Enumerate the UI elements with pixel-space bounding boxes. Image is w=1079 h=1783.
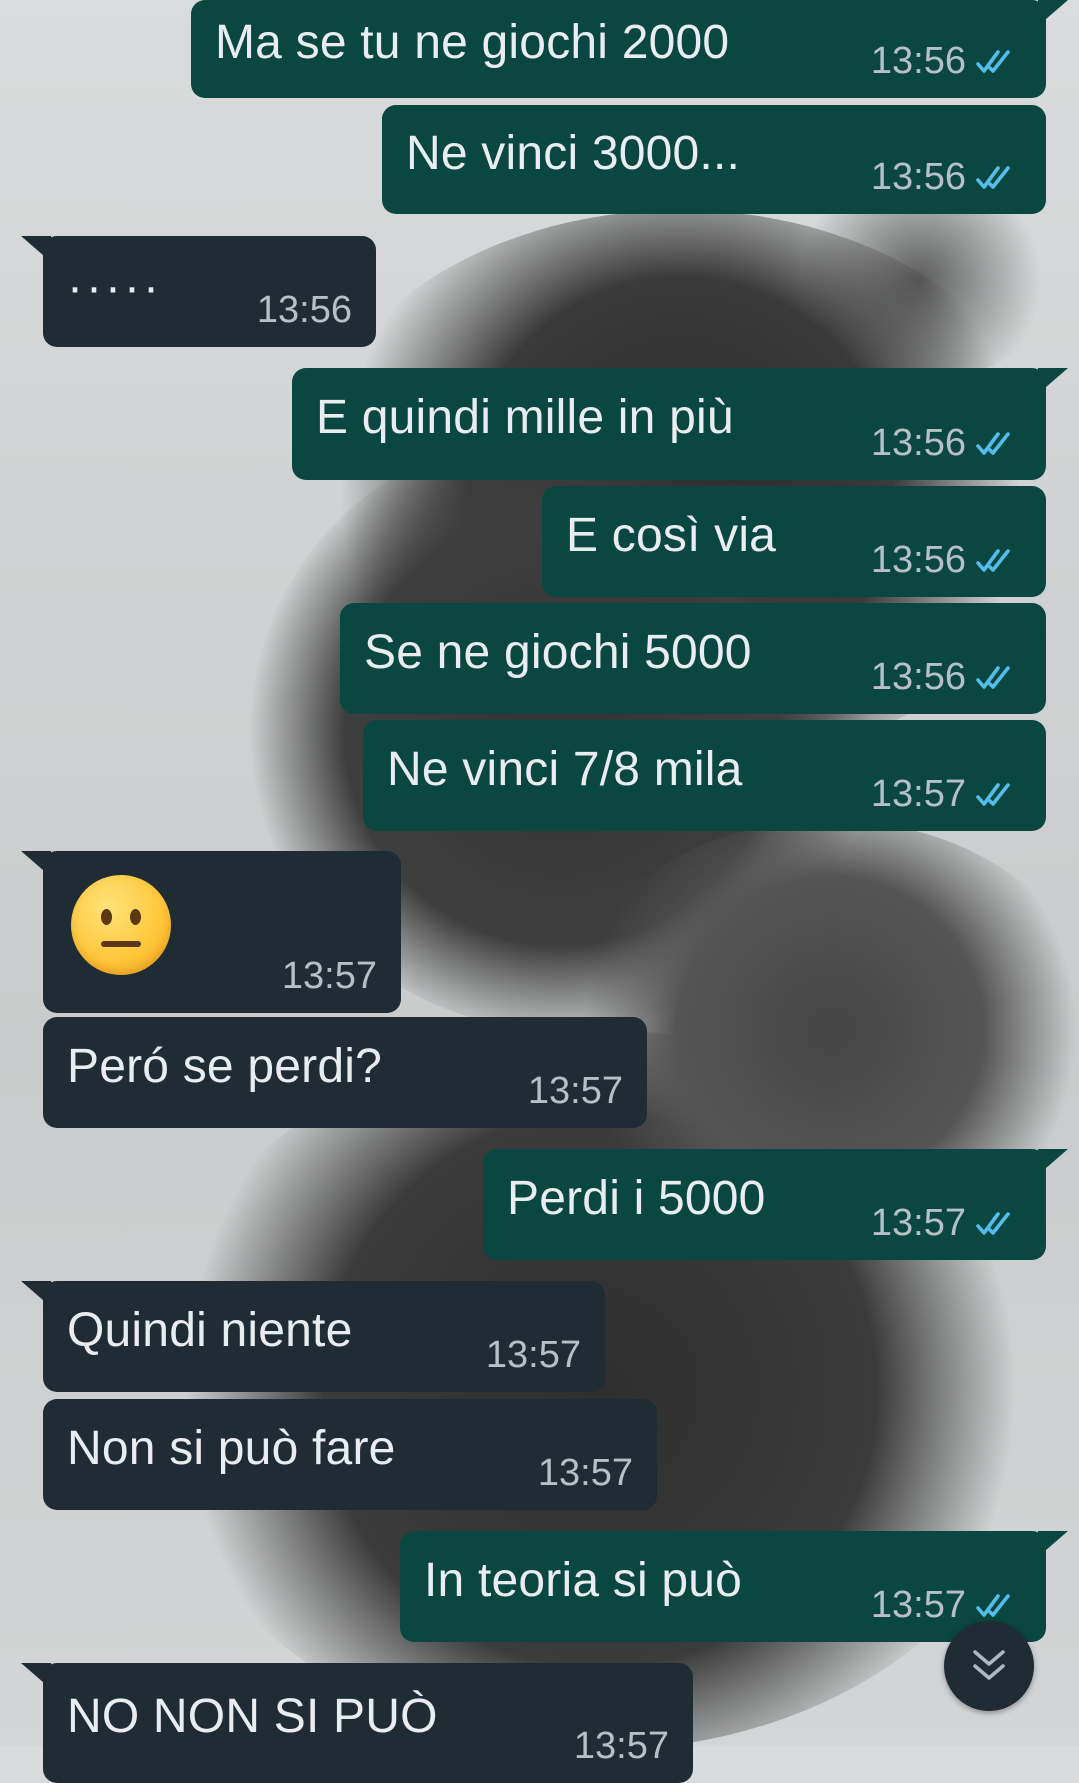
message-text: Peró se perdi? — [67, 1039, 382, 1093]
message-text: Ne vinci 7/8 mila — [387, 742, 743, 796]
message-text: Se ne giochi 5000 — [364, 625, 752, 679]
message-time: 13:57 — [870, 773, 966, 815]
message-time: 13:57 — [870, 1584, 966, 1626]
outgoing-message-bubble[interactable]: Perdi i 5000 13:57 — [483, 1149, 1068, 1260]
message-meta: 13:56 — [871, 658, 1022, 696]
double-check-read-icon — [976, 1212, 1010, 1235]
message-meta: 13:56 — [871, 424, 1022, 462]
outgoing-message-bubble[interactable]: Ne vinci 3000... 13:56 — [382, 105, 1046, 214]
message-meta: 13:57 — [282, 957, 377, 995]
outgoing-message-bubble[interactable]: E quindi mille in più 13:56 — [292, 368, 1068, 480]
message-meta: 13:56 — [871, 158, 1022, 196]
message-time: 13:57 — [281, 955, 377, 997]
double-check-read-icon — [976, 1594, 1010, 1617]
message-text: Quindi niente — [67, 1303, 353, 1357]
message-meta: 13:56 — [871, 42, 1022, 80]
bubble-tail — [1038, 1531, 1068, 1557]
double-check-read-icon — [976, 549, 1010, 572]
message-time: 13:56 — [870, 156, 966, 198]
message-meta: 13:57 — [871, 1204, 1022, 1242]
message-text: Non si può fare — [67, 1421, 396, 1475]
message-time: 13:56 — [870, 40, 966, 82]
message-time: 13:56 — [256, 289, 352, 331]
message-list[interactable]: Ma se tu ne giochi 2000 13:56 Ne vinci 300… — [0, 0, 1079, 1783]
scroll-to-bottom-button[interactable] — [944, 1621, 1034, 1711]
message-meta: 13:57 — [871, 775, 1022, 813]
message-time: 13:57 — [485, 1334, 581, 1376]
message-text: ····· — [67, 260, 162, 314]
message-text: E quindi mille in più — [316, 391, 734, 445]
message-time: 13:56 — [870, 422, 966, 464]
incoming-message-bubble[interactable]: ····· 13:56 — [21, 236, 376, 347]
incoming-message-bubble[interactable]: Quindi niente 13:57 — [21, 1281, 605, 1392]
bubble-tail — [21, 236, 51, 262]
message-time: 13:57 — [537, 1452, 633, 1494]
incoming-message-bubble[interactable]: 13:57 — [21, 851, 401, 1013]
bubble-tail — [1038, 0, 1068, 26]
double-check-read-icon — [976, 666, 1010, 689]
bubble-tail — [1038, 368, 1068, 394]
message-time: 13:57 — [870, 1202, 966, 1244]
bubble-tail — [1038, 1149, 1068, 1175]
bubble-tail — [21, 1281, 51, 1307]
message-meta: 13:56 — [257, 291, 352, 329]
message-meta: 13:57 — [486, 1336, 581, 1374]
message-time: 13:56 — [870, 656, 966, 698]
message-meta: 13:57 — [574, 1727, 669, 1765]
double-check-read-icon — [976, 432, 1010, 455]
bubble-tail — [21, 1663, 51, 1689]
outgoing-message-bubble[interactable]: In teoria si può 13:57 — [400, 1531, 1068, 1642]
message-time: 13:56 — [870, 539, 966, 581]
message-meta: 13:56 — [871, 541, 1022, 579]
message-meta: 13:57 — [528, 1072, 623, 1110]
message-text: Perdi i 5000 — [507, 1171, 766, 1225]
message-time: 13:57 — [573, 1725, 669, 1767]
outgoing-message-bubble[interactable]: E così via 13:56 — [542, 486, 1046, 597]
incoming-message-bubble[interactable]: NO NON SI PUÒ 13:57 — [21, 1663, 693, 1783]
message-meta: 13:57 — [538, 1454, 633, 1492]
incoming-message-bubble[interactable]: Peró se perdi? 13:57 — [43, 1017, 647, 1128]
double-check-read-icon — [976, 50, 1010, 73]
message-text: NO NON SI PUÒ — [67, 1690, 438, 1744]
incoming-message-bubble[interactable]: Non si può fare 13:57 — [43, 1399, 657, 1510]
outgoing-message-bubble[interactable]: Se ne giochi 5000 13:56 — [340, 603, 1046, 714]
double-chevron-down-icon — [973, 1650, 1005, 1680]
message-text: In teoria si può — [424, 1553, 743, 1607]
outgoing-message-bubble[interactable]: Ne vinci 7/8 mila 13:57 — [363, 720, 1046, 831]
message-text: E così via — [566, 508, 777, 562]
message-time: 13:57 — [527, 1070, 623, 1112]
message-meta: 13:57 — [871, 1586, 1022, 1624]
double-check-read-icon — [976, 166, 1010, 189]
outgoing-message-bubble[interactable]: Ma se tu ne giochi 2000 13:56 — [191, 0, 1068, 98]
neutral-face-emoji-icon — [71, 875, 171, 975]
bubble-tail — [21, 851, 51, 877]
double-check-read-icon — [976, 783, 1010, 806]
message-text: Ma se tu ne giochi 2000 — [215, 16, 730, 70]
message-text: Ne vinci 3000... — [406, 126, 741, 180]
